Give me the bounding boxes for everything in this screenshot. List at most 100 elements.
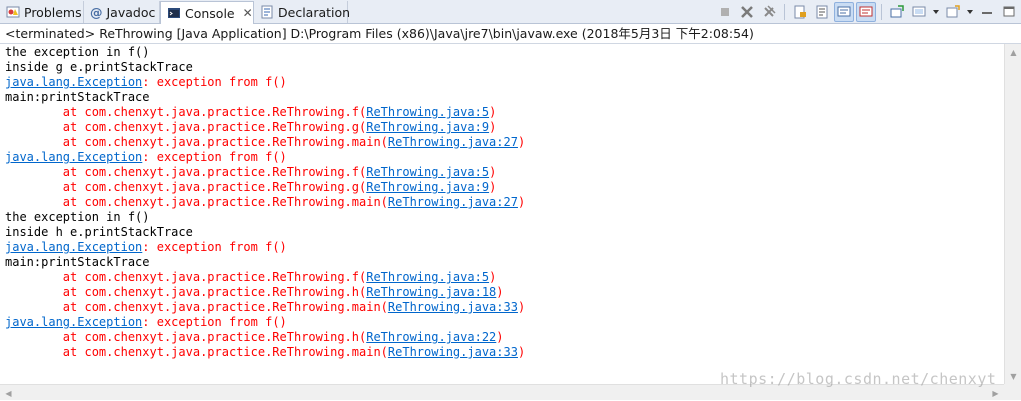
source-location-link[interactable]: ReThrowing.java:5 [366,270,489,284]
show-stderr-icon[interactable] [856,2,876,22]
tab-label: Declaration [278,4,351,20]
declaration-icon [260,5,274,19]
console-line-stack-frame: at com.chenxyt.java.practice.ReThrowing.… [5,135,525,150]
console-line-exception: java.lang.Exception: exception from f() [5,75,287,90]
exception-message: : exception from f() [142,75,287,89]
exception-type-link[interactable]: java.lang.Exception [5,315,142,329]
watermark: https://blog.csdn.net/chenxyt [720,370,997,388]
console-line-stdout: inside g e.printStackTrace [5,60,193,74]
show-stdout-icon[interactable] [834,2,854,22]
stack-frame-close-paren: ) [489,105,497,119]
exception-message: : exception from f() [142,240,287,254]
console-line-stack-frame: at com.chenxyt.java.practice.ReThrowing.… [5,105,497,120]
remove-launch-icon[interactable] [737,2,757,22]
minimize-icon[interactable] [977,2,997,22]
console-line-exception: java.lang.Exception: exception from f() [5,150,287,165]
exception-type-link[interactable]: java.lang.Exception [5,150,142,164]
chevron-down-icon[interactable] [931,2,941,22]
console-toolbar [715,2,1019,22]
view-tab-bar: Problems @ Javadoc Console ✕ Declaration [0,0,1021,24]
scroll-left-icon[interactable]: ◀ [0,385,17,401]
console-line-stack-frame: at com.chenxyt.java.practice.ReThrowing.… [5,300,525,315]
console-icon [167,6,181,20]
scroll-lock-icon[interactable] [790,2,810,22]
stack-frame-close-paren: ) [517,195,526,209]
close-icon[interactable]: ✕ [243,6,253,20]
toolbar-separator [784,4,785,20]
stack-frame-close-paren: ) [496,285,504,299]
tab-console[interactable]: Console ✕ [160,1,254,24]
exception-type-link[interactable]: java.lang.Exception [5,240,142,254]
maximize-icon[interactable] [999,2,1019,22]
remove-all-terminated-icon[interactable] [759,2,779,22]
toolbar-separator [881,4,882,20]
source-location-link[interactable]: ReThrowing.java:9 [366,120,489,134]
source-location-link[interactable]: ReThrowing.java:27 [388,135,518,149]
source-location-link[interactable]: ReThrowing.java:33 [388,345,518,359]
stack-frame-close-paren: ) [496,330,504,344]
console-line-stdout: the exception in f() [5,45,150,59]
stack-frame-method: at com.chenxyt.java.practice.ReThrowing.… [5,165,367,179]
exception-message: : exception from f() [142,315,287,329]
stack-frame-close-paren: ) [517,135,526,149]
word-wrap-icon[interactable] [812,2,832,22]
chevron-down-icon[interactable] [965,2,975,22]
tab-label: Javadoc [106,4,156,20]
tab-javadoc[interactable]: @ Javadoc [84,1,160,23]
vertical-scrollbar[interactable]: ▲ ▼ [1004,44,1021,384]
stack-frame-close-paren: ) [489,165,497,179]
exception-message: : exception from f() [142,150,287,164]
console-output[interactable]: the exception in f() inside g e.printStac… [0,44,1004,384]
console-line-stack-frame: at com.chenxyt.java.practice.ReThrowing.… [5,120,497,135]
stack-frame-close-paren: ) [489,180,497,194]
open-console-icon[interactable] [943,2,963,22]
stack-frame-method: at com.chenxyt.java.practice.ReThrowing.… [5,270,367,284]
source-location-link[interactable]: ReThrowing.java:18 [366,285,496,299]
console-line-stack-frame: at com.chenxyt.java.practice.ReThrowing.… [5,165,497,180]
stack-frame-close-paren: ) [489,120,497,134]
terminate-icon[interactable] [715,2,735,22]
console-line-stdout: main:printStackTrace [5,255,150,269]
scrollbar-corner [1004,384,1021,400]
console-line-stack-frame: at com.chenxyt.java.practice.ReThrowing.… [5,285,504,300]
stack-frame-method: at com.chenxyt.java.practice.ReThrowing.… [5,285,367,299]
console-line-stack-frame: at com.chenxyt.java.practice.ReThrowing.… [5,345,525,360]
stack-frame-method: at com.chenxyt.java.practice.ReThrowing.… [5,120,367,134]
stack-frame-method: at com.chenxyt.java.practice.ReThrowing.… [5,300,388,314]
stack-frame-method: at com.chenxyt.java.practice.ReThrowing.… [5,105,367,119]
stack-frame-method: at com.chenxyt.java.practice.ReThrowing.… [5,195,388,209]
console-line-stdout: main:printStackTrace [5,90,150,104]
stack-frame-close-paren: ) [517,300,526,314]
source-location-link[interactable]: ReThrowing.java:33 [388,300,518,314]
scroll-up-icon[interactable]: ▲ [1005,44,1021,60]
console-line-stdout: the exception in f() [5,210,150,224]
console-line-stack-frame: at com.chenxyt.java.practice.ReThrowing.… [5,270,497,285]
stack-frame-method: at com.chenxyt.java.practice.ReThrowing.… [5,330,367,344]
stack-frame-method: at com.chenxyt.java.practice.ReThrowing.… [5,135,388,149]
console-line-stack-frame: at com.chenxyt.java.practice.ReThrowing.… [5,180,497,195]
tab-problems[interactable]: Problems [0,1,84,23]
console-line-stdout: inside h e.printStackTrace [5,225,193,239]
source-location-link[interactable]: ReThrowing.java:9 [366,180,489,194]
stack-frame-method: at com.chenxyt.java.practice.ReThrowing.… [5,180,367,194]
tab-label: Problems [24,4,82,20]
console-line-exception: java.lang.Exception: exception from f() [5,315,287,330]
display-selected-console-icon[interactable] [909,2,929,22]
source-location-link[interactable]: ReThrowing.java:27 [388,195,518,209]
tab-declaration[interactable]: Declaration [254,1,351,23]
tab-label: Console [185,5,235,21]
source-location-link[interactable]: ReThrowing.java:5 [366,105,489,119]
stack-frame-close-paren: ) [489,270,497,284]
stack-frame-close-paren: ) [517,345,526,359]
exception-type-link[interactable]: java.lang.Exception [5,75,142,89]
scroll-down-icon[interactable]: ▼ [1005,368,1021,384]
console-line-stack-frame: at com.chenxyt.java.practice.ReThrowing.… [5,330,504,345]
stack-frame-method: at com.chenxyt.java.practice.ReThrowing.… [5,345,388,359]
console-line-stack-frame: at com.chenxyt.java.practice.ReThrowing.… [5,195,525,210]
problems-icon [6,5,20,19]
source-location-link[interactable]: ReThrowing.java:5 [366,165,489,179]
at-icon: @ [90,4,103,20]
process-title: <terminated> ReThrowing [Java Applicatio… [0,24,1021,44]
source-location-link[interactable]: ReThrowing.java:22 [366,330,496,344]
pin-console-icon[interactable] [887,2,907,22]
